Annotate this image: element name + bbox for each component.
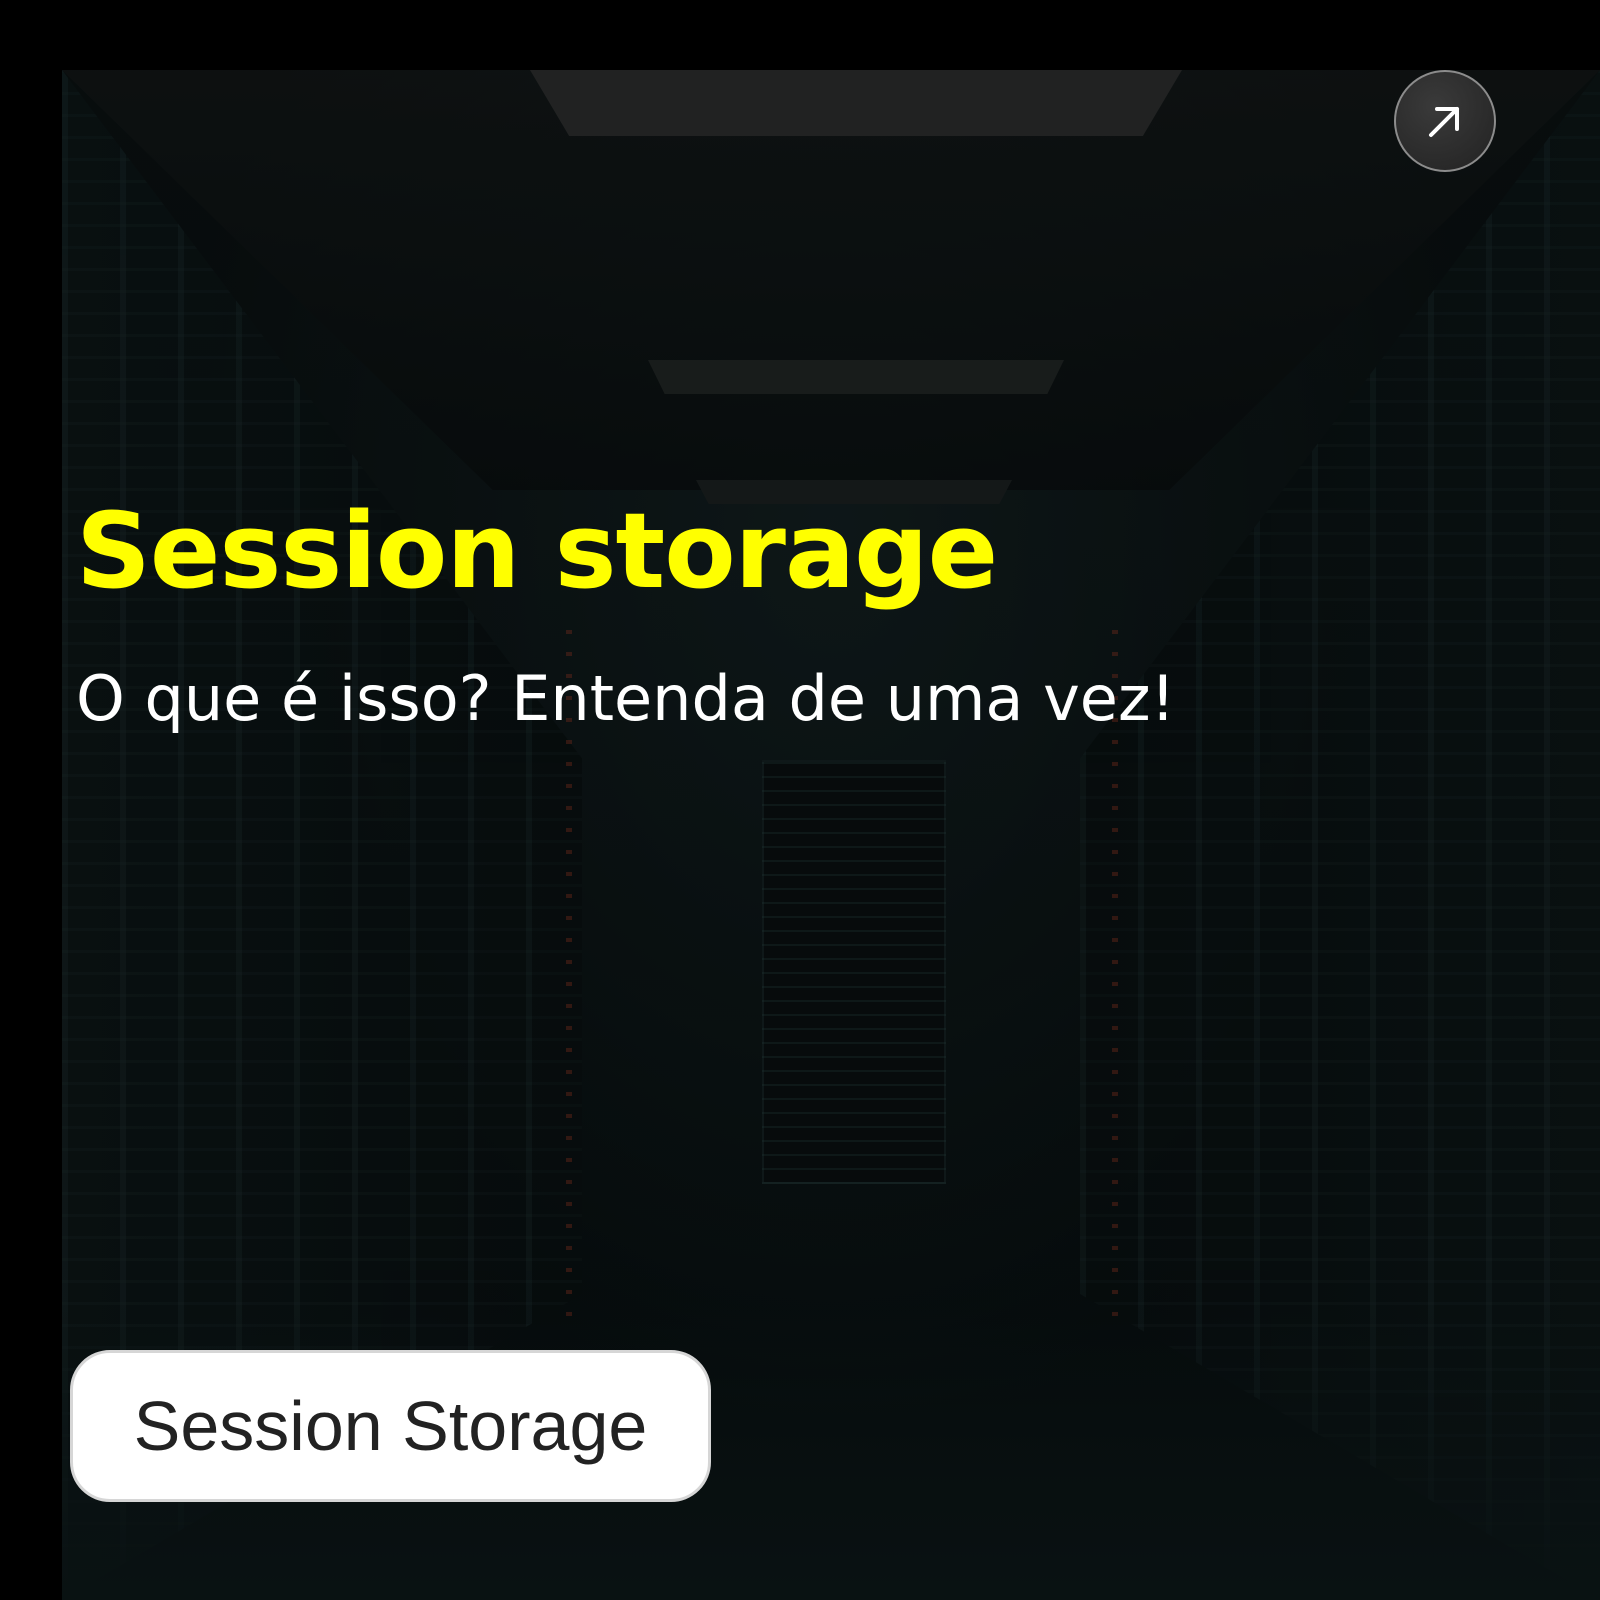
page-subtitle: O que é isso? Entenda de uma vez! [76, 662, 1176, 735]
open-link-button[interactable] [1394, 70, 1496, 172]
arrow-up-right-icon [1429, 107, 1459, 137]
topic-tag[interactable]: Session Storage [70, 1350, 711, 1502]
page-title: Session storage [76, 490, 998, 612]
